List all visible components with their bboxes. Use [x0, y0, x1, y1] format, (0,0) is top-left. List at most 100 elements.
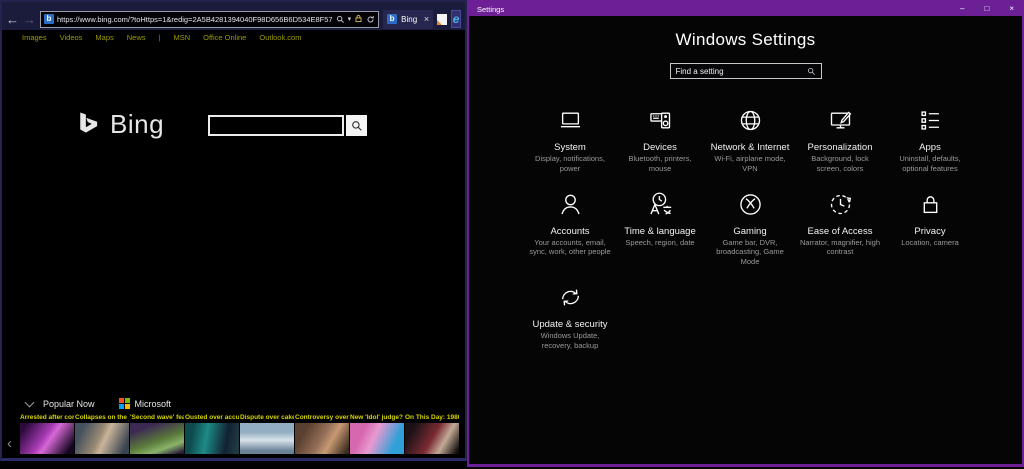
privacy-lock-icon	[923, 195, 937, 213]
network-internet-icon	[740, 110, 760, 131]
carousel-left-arrow[interactable]: ‹	[7, 435, 12, 452]
lock-icon	[354, 10, 363, 28]
collapse-chevron-icon[interactable]	[24, 397, 35, 407]
menu-item-msn[interactable]: MSN	[173, 33, 190, 42]
magnifier-icon	[351, 120, 362, 131]
back-button[interactable]: ←	[6, 13, 19, 26]
tile-label: System	[554, 142, 586, 153]
url-text[interactable]: https://www.bing.com/?toHttps=1&redig=2A…	[57, 15, 333, 24]
bing-logo-text: Bing	[110, 109, 165, 139]
search-icon[interactable]	[336, 15, 345, 24]
news-thumbnail[interactable]: Controversy over photo	[295, 413, 349, 454]
news-thumbnail[interactable]: Arrested after concert	[20, 413, 74, 454]
settings-tile-system[interactable]: System Display, notifications, power	[525, 107, 615, 174]
menu-item-videos[interactable]: Videos	[60, 33, 83, 42]
settings-tile-network[interactable]: Network & Internet Wi-Fi, airplane mode,…	[705, 107, 795, 174]
thumbnail-caption: Dispute over cake	[240, 414, 294, 421]
popular-now-row: Popular Now Microsoft	[24, 397, 172, 409]
forward-button[interactable]: →	[23, 13, 36, 26]
news-thumbnail[interactable]: New 'Idol' judge?	[350, 413, 404, 454]
bing-favicon: b	[44, 14, 54, 24]
news-thumbnail[interactable]: 'Second wave' feared	[130, 413, 184, 454]
new-tab-page-icon[interactable]	[437, 11, 448, 27]
thumbnail-image	[20, 423, 74, 454]
popular-now-label: Popular Now	[43, 398, 95, 409]
tile-desc: Location, camera	[901, 237, 959, 247]
find-a-setting-input[interactable]: Find a setting	[669, 63, 822, 79]
thumbnail-caption: Arrested after concert	[20, 414, 74, 421]
tab-title: Bing	[401, 14, 418, 24]
settings-tile-update-security[interactable]: Update & security Windows Update, recove…	[525, 284, 615, 351]
close-button[interactable]: ×	[1009, 5, 1014, 13]
ie-icon[interactable]: e	[451, 10, 461, 28]
tile-desc: Windows Update, recovery, backup	[540, 330, 600, 350]
system-icon	[560, 112, 580, 128]
tile-desc: Narrator, magnifier, high contrast	[799, 237, 881, 257]
tile-desc: Display, notifications, power	[535, 154, 605, 173]
settings-tiles-grid: System Display, notifications, power Dev…	[525, 107, 977, 367]
tile-label: Devices	[643, 142, 677, 153]
menu-item-images[interactable]: Images	[22, 33, 47, 42]
browser-toolbar: ← → b https://www.bing.com/?toHttps=1&re…	[2, 2, 465, 30]
thumbnail-image	[350, 423, 404, 454]
accounts-icon	[560, 194, 580, 214]
minimize-button[interactable]: –	[960, 5, 964, 13]
thumbnail-caption: 'Second wave' feared	[130, 414, 184, 421]
menu-item-maps[interactable]: Maps	[95, 33, 113, 42]
settings-tile-personalization[interactable]: Personalization Background, lock screen,…	[795, 107, 885, 174]
bing-search-button[interactable]	[346, 115, 367, 136]
tile-label: Accounts	[550, 225, 590, 237]
settings-tile-privacy[interactable]: Privacy Location, camera	[885, 191, 975, 267]
apps-icon	[920, 111, 939, 130]
thumbnail-image	[75, 423, 129, 454]
menu-item-outlook[interactable]: Outlook.com	[259, 33, 301, 42]
address-bar[interactable]: b https://www.bing.com/?toHttps=1&redig=…	[40, 10, 380, 28]
personalization-icon	[830, 111, 851, 129]
tile-desc: Speech, region, date	[625, 237, 695, 247]
time-language-icon	[649, 192, 671, 215]
browser-window: ← → b https://www.bing.com/?toHttps=1&re…	[0, 0, 467, 461]
settings-tile-accounts[interactable]: Accounts Your accounts, email, sync, wor…	[525, 191, 615, 267]
devices-icon	[649, 112, 670, 129]
microsoft-logo-icon	[118, 398, 130, 409]
bing-logo: Bing	[74, 109, 164, 140]
settings-tile-devices[interactable]: Devices Bluetooth, printers, mouse	[615, 107, 705, 174]
tile-label: Personalization	[807, 142, 873, 153]
tab-favicon: b	[387, 14, 398, 24]
window-controls: – □ ×	[960, 5, 1014, 13]
thumbnail-caption: On This Day: 1986	[405, 414, 459, 421]
settings-tile-ease-of-access[interactable]: Ease of Access Narrator, magnifier, high…	[795, 191, 885, 267]
settings-tile-apps[interactable]: Apps Uninstall, defaults, optional featu…	[885, 107, 975, 174]
address-bar-icons: ▾	[336, 10, 376, 28]
thumbnail-image	[185, 423, 239, 454]
chevron-down-icon[interactable]: ▾	[348, 15, 352, 23]
menu-item-news[interactable]: News	[127, 33, 146, 42]
news-thumbnail[interactable]: On This Day: 1986	[405, 413, 459, 454]
settings-tile-gaming[interactable]: Gaming Game bar, DVR, broadcasting, Game…	[705, 191, 795, 267]
browser-tab[interactable]: b Bing ×	[383, 9, 434, 29]
tile-desc: Your accounts, email, sync, work, other …	[529, 237, 611, 257]
tab-close-icon[interactable]: ×	[424, 14, 429, 24]
menu-item-office-online[interactable]: Office Online	[203, 33, 246, 42]
thumbnail-image	[295, 423, 349, 454]
bing-page: Bing Popular Now Microsoft ‹ Arrested af…	[2, 45, 465, 458]
search-icon	[807, 67, 815, 75]
settings-page-title: Windows Settings	[675, 30, 816, 49]
bing-search-input[interactable]	[208, 115, 344, 136]
menu-separator: |	[158, 33, 161, 42]
tile-desc: Game bar, DVR, broadcasting, Game Mode	[716, 237, 784, 267]
news-thumbnail[interactable]: Collapses on the job	[75, 413, 129, 454]
tile-desc: Uninstall, defaults, optional features	[899, 154, 961, 173]
maximize-button[interactable]: □	[984, 5, 989, 13]
tile-label: Time & language	[624, 225, 696, 237]
refresh-icon[interactable]	[366, 15, 375, 24]
settings-tile-time-language[interactable]: Time & language Speech, region, date	[615, 191, 705, 267]
settings-titlebar[interactable]: Settings – □ ×	[469, 2, 1022, 16]
microsoft-label[interactable]: Microsoft	[135, 399, 172, 409]
news-thumbnail[interactable]: Ousted over accusation	[185, 413, 239, 454]
bing-search	[208, 115, 367, 136]
update-security-icon	[561, 289, 579, 306]
news-thumbnail[interactable]: Dispute over cake	[240, 413, 294, 454]
desktop: ← → b https://www.bing.com/?toHttps=1&re…	[0, 0, 1024, 469]
bing-top-menu: Images Videos Maps News | MSN Office Onl…	[2, 30, 465, 45]
